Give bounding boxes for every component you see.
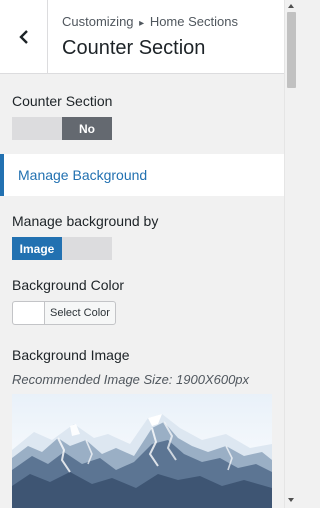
select-color-button[interactable]: Select Color	[12, 301, 116, 325]
counter-section-label: Counter Section	[12, 93, 113, 109]
scroll-down-arrow-icon[interactable]	[288, 498, 294, 502]
select-color-label: Select Color	[50, 307, 110, 319]
panel-header: Customizing ▸ Home Sections Counter Sect…	[0, 0, 284, 74]
page-title: Counter Section	[62, 37, 206, 59]
image-size-description: Recommended Image Size: 1900X600px	[12, 372, 250, 387]
breadcrumb: Customizing ▸ Home Sections	[62, 14, 238, 29]
back-button[interactable]	[0, 0, 48, 73]
counter-section-toggle[interactable]: No	[12, 117, 112, 140]
breadcrumb-prefix: Customizing	[62, 14, 134, 29]
chevron-left-icon	[18, 29, 28, 44]
background-color-label: Background Color	[12, 277, 125, 293]
scroll-thumb[interactable]	[287, 12, 296, 88]
color-swatch	[13, 302, 45, 324]
toggle-value: No	[62, 117, 112, 140]
background-image-preview[interactable]	[12, 394, 272, 508]
mountain-image	[12, 394, 272, 508]
background-image-label: Background Image	[12, 347, 130, 363]
manage-by-toggle[interactable]: Image	[12, 237, 112, 260]
toggle-off-track	[12, 117, 62, 140]
scroll-up-arrow-icon[interactable]	[288, 4, 294, 8]
panel-scrollbar[interactable]	[284, 0, 297, 508]
breadcrumb-section: Home Sections	[149, 14, 238, 29]
manage-by-label: Manage background by	[12, 213, 159, 229]
customizer-panel: Customizing ▸ Home Sections Counter Sect…	[0, 0, 284, 508]
manage-by-value: Image	[12, 237, 62, 260]
toggle-empty-track	[62, 237, 112, 260]
breadcrumb-separator: ▸	[139, 18, 145, 29]
manage-background-link[interactable]: Manage Background	[0, 154, 284, 196]
